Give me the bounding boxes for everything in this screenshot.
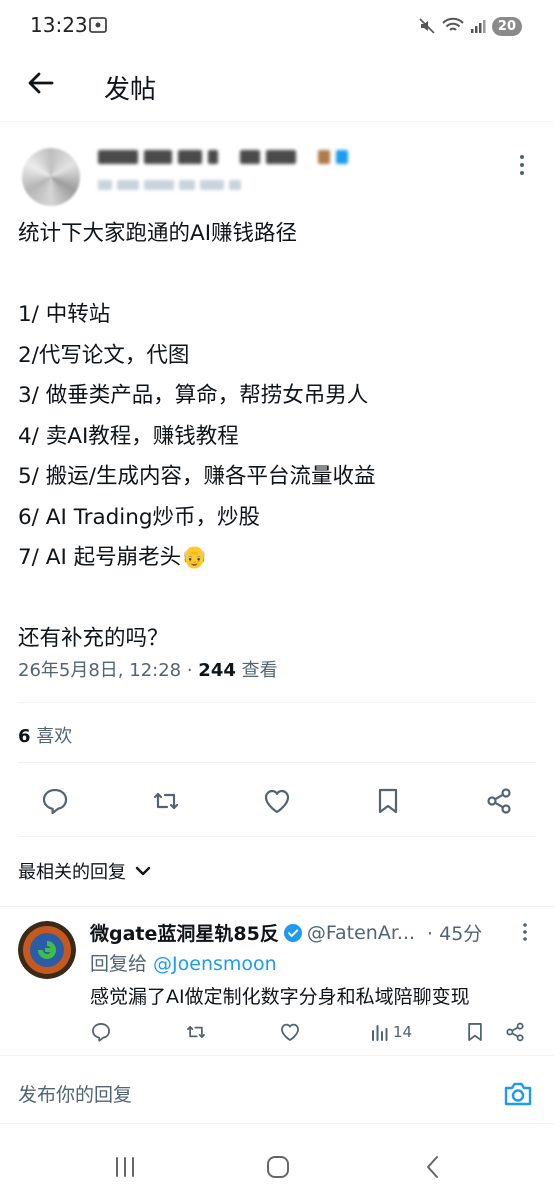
system-nav-bar: [0, 1134, 554, 1200]
views-chart-icon: [372, 1025, 388, 1041]
tweet-meta: 26年5月8日, 12:28 · 244 查看: [18, 656, 278, 682]
reply-composer: 发布你的回复: [0, 1066, 554, 1124]
reply-reply-button[interactable]: [90, 1019, 112, 1045]
reply-header: 微gate蓝洞星轨85反 @FatenAr... · 45分: [90, 919, 482, 946]
share-icon: [506, 1022, 524, 1042]
reply-to-prefix: 回复给: [90, 953, 154, 975]
views-label: 查看: [235, 660, 278, 681]
reply-views-count: 14: [393, 1023, 413, 1041]
reply-author-name[interactable]: 微gate蓝洞星轨85反: [90, 919, 279, 946]
screen-cast-icon: [89, 17, 107, 33]
tweet-line: 5/ 搬运/生成内容，赚各平台流量收益: [18, 464, 376, 489]
reply-actions: 14: [0, 1017, 554, 1047]
home-icon[interactable]: [263, 1152, 293, 1182]
reply-bookmark-button[interactable]: [464, 1019, 486, 1045]
author-handle-blurred: [98, 180, 241, 190]
author-name-blurred[interactable]: [98, 150, 348, 164]
tweet-line: 4/ 卖AI教程，赚钱教程: [18, 423, 239, 449]
retweet-icon[interactable]: [151, 786, 181, 816]
status-time: 13:23: [30, 13, 88, 37]
share-icon[interactable]: [484, 786, 514, 816]
verified-badge-icon: [283, 923, 302, 942]
reply-author-handle[interactable]: @FatenAr...: [307, 922, 415, 944]
reply-icon[interactable]: [40, 786, 70, 816]
divider: [18, 702, 536, 703]
tweet-line: 3/ 做垂类产品，算命，帮捞女吊男人: [18, 383, 369, 408]
camera-icon[interactable]: [502, 1078, 534, 1110]
reply-avatar[interactable]: [18, 921, 76, 979]
reply-item[interactable]: 微gate蓝洞星轨85反 @FatenAr... · 45分 回复给 @Joen…: [0, 906, 554, 1056]
tweet-line: 6/ AI Trading炒币，炒股: [18, 504, 261, 530]
reply-views-button[interactable]: 14: [370, 1019, 412, 1045]
tweet-line: 1/ 中转站: [18, 302, 111, 327]
likes-label: 喜欢: [30, 726, 73, 747]
reply-like-button[interactable]: [279, 1019, 301, 1045]
tweet-text: 统计下大家跑通的AI赚钱路径 1/ 中转站 2/代写论文，代图 3/ 做垂类产品…: [18, 214, 538, 660]
replies-sort-label: 最相关的回复: [18, 862, 126, 883]
status-icons: 20: [418, 14, 522, 38]
like-heart-icon[interactable]: [262, 786, 292, 816]
tweet-line: 7/ AI 起号崩老头👴: [18, 545, 208, 570]
tweet-line: 统计下大家跑通的AI赚钱路径: [18, 221, 298, 246]
tweet-actions: [0, 778, 554, 824]
likes-count: 6: [18, 726, 31, 747]
tweet-line: 2/代写论文，代图: [18, 342, 190, 368]
likes-summary[interactable]: 6 喜欢: [18, 722, 72, 748]
recent-apps-icon[interactable]: [110, 1152, 140, 1182]
reply-icon: [92, 1023, 110, 1042]
reply-share-button[interactable]: [504, 1019, 526, 1045]
back-arrow-icon[interactable]: [26, 68, 56, 98]
chevron-down-icon: [135, 866, 151, 876]
reply-more-options-icon[interactable]: [518, 921, 532, 943]
author-avatar[interactable]: [22, 148, 80, 206]
more-options-icon[interactable]: [512, 152, 532, 178]
header: 发帖: [0, 52, 554, 122]
tweet-line: 还有补充的吗？: [18, 626, 169, 651]
page-title: 发帖: [104, 75, 157, 105]
back-icon[interactable]: [418, 1152, 448, 1182]
reply-input[interactable]: 发布你的回复: [18, 1080, 132, 1107]
like-heart-icon: [281, 1023, 299, 1041]
divider: [18, 762, 536, 763]
reply-body: 感觉漏了AI做定制化数字分身和私域陪聊变现: [90, 986, 470, 1008]
reply-time: · 45分: [427, 923, 483, 945]
bookmark-icon[interactable]: [373, 786, 403, 816]
bookmark-icon: [468, 1023, 482, 1041]
divider: [18, 836, 536, 837]
replies-sort-dropdown[interactable]: 最相关的回复: [18, 858, 152, 884]
reply-to-user-link[interactable]: @Joensmoon: [153, 953, 277, 975]
battery-indicator: 20: [491, 16, 522, 36]
mute-icon: [419, 18, 435, 34]
reply-retweet-button[interactable]: [185, 1019, 207, 1045]
tweet-timestamp[interactable]: 26年5月8日, 12:28 ·: [18, 660, 198, 681]
status-bar: 13:23 20: [0, 0, 554, 52]
wifi-icon: [442, 17, 464, 31]
views-count: 244: [198, 660, 236, 681]
reply-to: 回复给 @Joensmoon: [90, 949, 277, 976]
retweet-icon: [187, 1025, 205, 1039]
signal-icon: [470, 20, 486, 33]
